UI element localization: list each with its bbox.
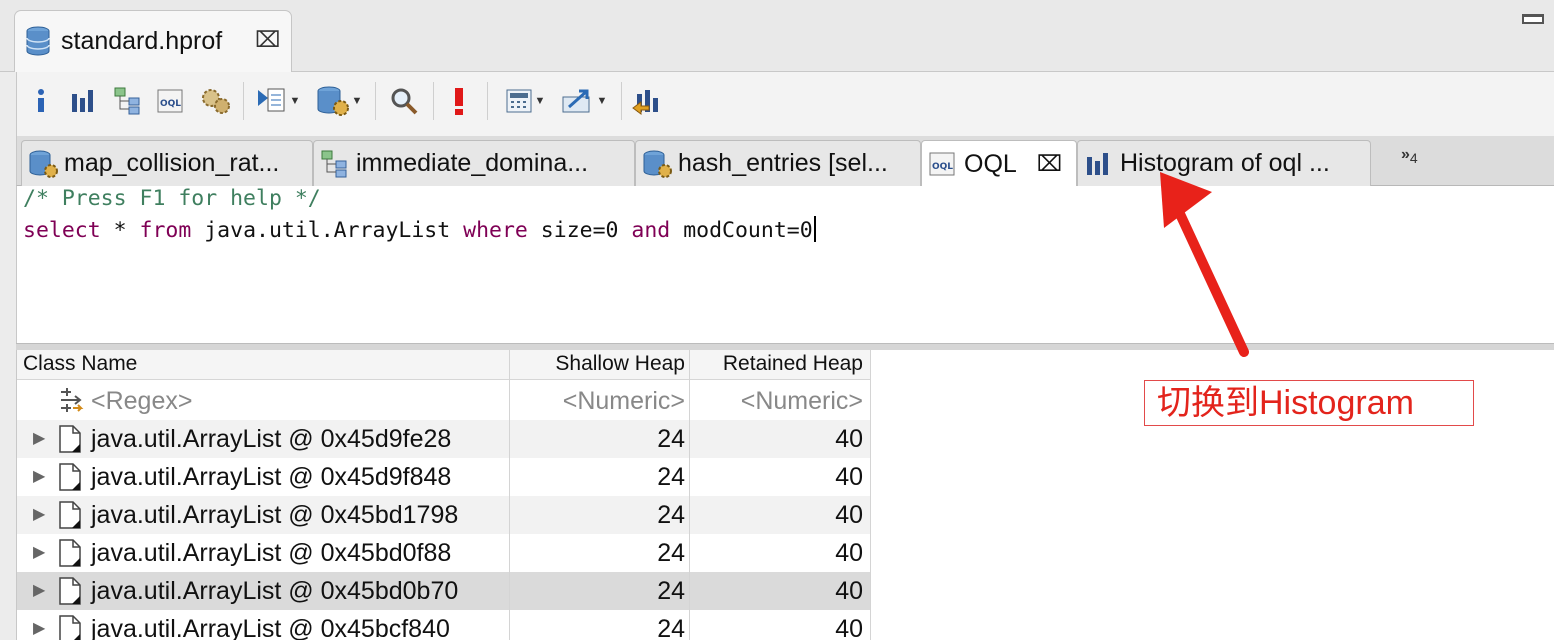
query-token: java.util.ArrayList <box>191 218 464 243</box>
expand-icon[interactable]: ▶ <box>33 504 45 524</box>
tab-label: immediate_domina... <box>356 149 589 177</box>
retained-heap-cell: 40 <box>835 425 863 453</box>
tab-map-collision-ratio[interactable]: map_collision_rat... <box>21 140 313 186</box>
svg-text:OQL: OQL <box>932 162 953 172</box>
editor-tab-strip: standard.hprof ⌧ <box>0 0 1554 72</box>
leak-suspects-icon[interactable] <box>445 84 473 118</box>
table-row[interactable]: ▶ java.util.ArrayList @ 0x45bd0b70 24 40 <box>17 572 871 610</box>
expand-icon[interactable]: ▶ <box>33 428 45 448</box>
retained-heap-cell: 40 <box>835 539 863 567</box>
retained-filter-input[interactable]: <Numeric> <box>741 387 863 416</box>
oql-icon[interactable]: OQL <box>155 84 187 118</box>
object-icon <box>59 425 81 453</box>
dominator-tree-icon <box>321 150 347 177</box>
query-keyword: where <box>463 218 528 243</box>
retained-heap-cell: 40 <box>835 463 863 491</box>
run-report-icon[interactable]: ▼ <box>253 84 303 118</box>
query-token: modCount=0 <box>670 218 813 243</box>
shallow-heap-cell: 24 <box>657 577 685 605</box>
editor-tab-standard-hprof[interactable]: standard.hprof ⌧ <box>14 10 292 72</box>
minimize-icon[interactable] <box>1522 14 1544 24</box>
editor-tab-title: standard.hprof <box>61 27 223 55</box>
more-tabs-button[interactable]: »4 <box>1401 146 1418 166</box>
expand-icon[interactable]: ▶ <box>33 542 45 562</box>
database-gear-icon <box>29 150 58 178</box>
retained-heap-cell: 40 <box>835 577 863 605</box>
oql-icon: OQL <box>929 152 955 176</box>
table-header: Class Name Shallow Heap Retained Heap <box>17 350 871 380</box>
class-name-cell: java.util.ArrayList @ 0x45bcf840 <box>91 615 450 640</box>
database-gear-icon <box>643 150 672 178</box>
class-name-cell: java.util.ArrayList @ 0x45d9fe28 <box>91 425 452 453</box>
search-icon[interactable] <box>387 84 421 118</box>
expand-icon[interactable]: ▶ <box>33 580 45 600</box>
tab-immediate-dominators[interactable]: immediate_domina... <box>313 140 635 186</box>
object-icon <box>59 463 81 491</box>
histogram-icon[interactable] <box>69 84 97 118</box>
info-icon[interactable] <box>29 84 53 118</box>
filter-icon <box>61 388 84 412</box>
class-name-cell: java.util.ArrayList @ 0x45bd1798 <box>91 501 459 529</box>
table-row[interactable]: ▶ java.util.ArrayList @ 0x45d9f848 24 40 <box>17 458 871 496</box>
table-row[interactable]: ▶ java.util.ArrayList @ 0x45bd0f88 24 40 <box>17 534 871 572</box>
query-token: size=0 <box>527 218 632 243</box>
calculator-icon[interactable]: ▼ <box>499 84 551 118</box>
heap-dump-overview-icon[interactable] <box>629 84 663 118</box>
thread-overview-icon[interactable] <box>199 84 233 118</box>
query-keyword: and <box>631 218 671 243</box>
object-icon <box>59 539 81 567</box>
query-keyword: from <box>139 218 192 243</box>
histogram-icon <box>1087 152 1108 175</box>
class-name-cell: java.util.ArrayList @ 0x45bd0f88 <box>91 539 452 567</box>
export-icon[interactable]: ▼ <box>557 84 611 118</box>
query-token: * <box>100 218 140 243</box>
tab-label: map_collision_rat... <box>64 149 280 177</box>
oql-query-editor[interactable]: /* Press F1 for help */ select * from ja… <box>16 186 1554 344</box>
regex-filter-input[interactable]: <Regex> <box>91 387 192 416</box>
tab-hash-entries[interactable]: hash_entries [sel... <box>635 140 921 186</box>
text-caret <box>813 216 816 242</box>
query-text: select * from java.util.ArrayList where … <box>23 216 816 243</box>
column-retained-heap[interactable]: Retained Heap <box>723 352 863 376</box>
database-icon <box>26 26 50 56</box>
table-row[interactable]: ▶ java.util.ArrayList @ 0x45bd1798 24 40 <box>17 496 871 534</box>
shallow-heap-cell: 24 <box>657 463 685 491</box>
annotation-arrow <box>1160 172 1249 357</box>
expand-icon[interactable]: ▶ <box>33 618 45 638</box>
shallow-heap-cell: 24 <box>657 615 685 640</box>
close-icon[interactable]: ⌧ <box>255 27 280 53</box>
retained-heap-cell: 40 <box>835 615 863 640</box>
tab-label: OQL <box>964 149 1017 178</box>
toolbar: OQL ▼ ▼ ▼ ▼ <box>16 72 1554 136</box>
shallow-heap-cell: 24 <box>657 539 685 567</box>
table-row[interactable]: ▶ java.util.ArrayList @ 0x45d9fe28 24 40 <box>17 420 871 458</box>
splitter[interactable] <box>16 343 1554 350</box>
class-name-cell: java.util.ArrayList @ 0x45bd0b70 <box>91 577 459 605</box>
query-tab-strip: map_collision_rat... immediate_domina...… <box>16 136 1554 187</box>
object-icon <box>59 615 81 640</box>
column-shallow-heap[interactable]: Shallow Heap <box>555 352 685 376</box>
shallow-heap-cell: 24 <box>657 425 685 453</box>
query-keyword: select <box>23 218 101 243</box>
close-icon[interactable]: ⌧ <box>1037 151 1062 177</box>
svg-text:OQL: OQL <box>160 99 181 109</box>
tab-oql[interactable]: OQL OQL ⌧ <box>921 140 1077 187</box>
expand-icon[interactable]: ▶ <box>33 466 45 486</box>
dominator-tree-icon[interactable] <box>113 84 143 118</box>
filter-row: <Regex> <Numeric> <Numeric> <box>17 382 871 420</box>
class-name-cell: java.util.ArrayList @ 0x45d9f848 <box>91 463 452 491</box>
query-comment: /* Press F1 for help */ <box>23 186 321 211</box>
table-row[interactable]: ▶ java.util.ArrayList @ 0x45bcf840 24 40 <box>17 610 871 640</box>
tab-label: hash_entries [sel... <box>678 149 888 177</box>
object-icon <box>59 501 81 529</box>
annotation-label: 切换到Histogram <box>1144 380 1474 426</box>
shallow-filter-input[interactable]: <Numeric> <box>563 387 685 416</box>
shallow-heap-cell: 24 <box>657 501 685 529</box>
column-class-name[interactable]: Class Name <box>23 352 137 376</box>
object-icon <box>59 577 81 605</box>
retained-heap-cell: 40 <box>835 501 863 529</box>
query-browser-icon[interactable]: ▼ <box>313 84 365 118</box>
